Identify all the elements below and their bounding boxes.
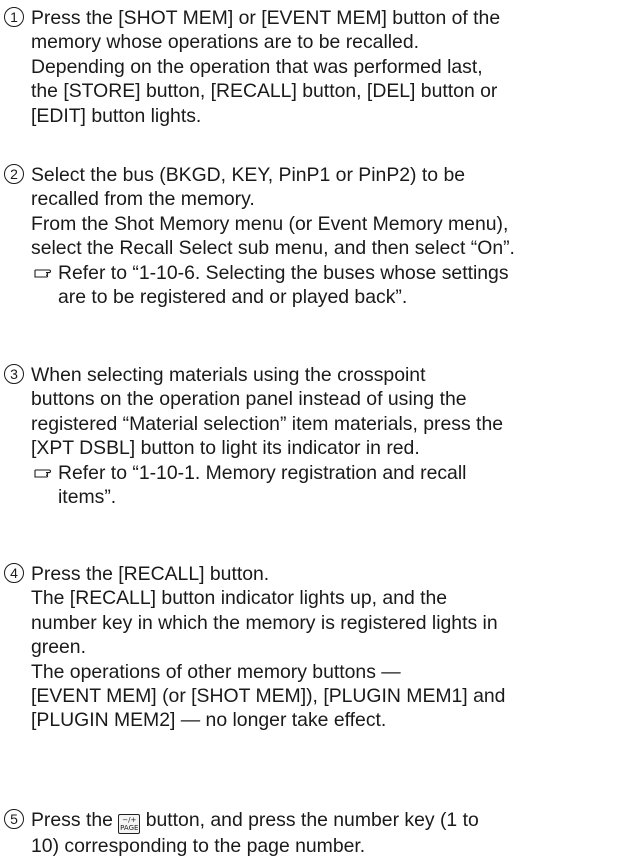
- step-2: 2 Select the bus (BKGD, KEY, PinP1 or Pi…: [4, 163, 634, 309]
- text-line: From the Shot Memory menu (or Event Memo…: [31, 212, 509, 235]
- text-line: Depending on the operation that was perf…: [31, 55, 483, 78]
- reference-line: Refer to “1-10-1. Memory registration an…: [58, 461, 467, 484]
- text-line: When selecting materials using the cross…: [31, 364, 426, 386]
- cross-reference: Refer to “1-10-6. Selecting the buses wh…: [34, 261, 634, 310]
- text-line: registered “Material selection” item mat…: [31, 412, 504, 435]
- step-5-text: Press the −/+ PAGE button, and press the…: [31, 808, 634, 858]
- step-2-text: Select the bus (BKGD, KEY, PinP1 or PinP…: [31, 163, 634, 309]
- reference-line: Refer to “1-10-6. Selecting the buses wh…: [58, 261, 509, 284]
- pointing-hand-icon: [34, 269, 52, 278]
- text-line: Press the [RECALL] button.: [31, 563, 270, 585]
- text-line: Press the −/+ PAGE button, and press the…: [31, 808, 634, 834]
- step-5: 5 Press the −/+ PAGE button, and press t…: [4, 808, 634, 858]
- step-number-2: 2: [4, 164, 24, 184]
- text-line: The operations of other memory buttons —: [31, 660, 401, 683]
- text-line: number key in which the memory is regist…: [31, 611, 498, 634]
- text-line: The [RECALL] button indicator lights up,…: [31, 587, 448, 610]
- step-number-5: 5: [4, 809, 24, 829]
- text-line: the [STORE] button, [RECALL] button, [DE…: [31, 80, 498, 103]
- text-line: [XPT DSBL] button to light its indicator…: [31, 437, 420, 460]
- step-number-3: 3: [4, 364, 24, 384]
- step-4-text: Press the [RECALL] button. The [RECALL] …: [31, 562, 634, 733]
- step-4: 4 Press the [RECALL] button. The [RECALL…: [4, 562, 634, 733]
- page-key-bottom: PAGE: [120, 824, 139, 832]
- step-3: 3 When selecting materials using the cro…: [4, 363, 634, 509]
- manual-page: 1 Press the [SHOT MEM] or [EVENT MEM] bu…: [0, 0, 637, 857]
- text-line: Press the [SHOT MEM] or [EVENT MEM] butt…: [31, 7, 501, 29]
- text-line: [PLUGIN MEM2] — no longer take effect.: [31, 709, 387, 732]
- text-line: [EVENT MEM] (or [SHOT MEM]), [PLUGIN MEM…: [31, 685, 506, 708]
- step-1-text: Press the [SHOT MEM] or [EVENT MEM] butt…: [31, 6, 634, 128]
- step-3-text: When selecting materials using the cross…: [31, 363, 634, 509]
- text-line: 10) corresponding to the page number.: [31, 835, 366, 857]
- text-line: Select the bus (BKGD, KEY, PinP1 or PinP…: [31, 164, 466, 186]
- text-line: green.: [31, 636, 86, 659]
- step-number-1: 1: [4, 7, 24, 27]
- reference-line: are to be registered and or played back”…: [58, 286, 408, 309]
- text-line: memory whose operations are to be recall…: [31, 31, 420, 54]
- step-number-4: 4: [4, 563, 24, 583]
- text-line: recalled from the memory.: [31, 188, 255, 211]
- text-line: buttons on the operation panel instead o…: [31, 388, 467, 411]
- page-key-top: −/+: [122, 816, 137, 824]
- text-line: select the Recall Select sub menu, and t…: [31, 237, 515, 260]
- step-1: 1 Press the [SHOT MEM] or [EVENT MEM] bu…: [4, 6, 634, 128]
- page-key-icon: −/+ PAGE: [118, 814, 141, 834]
- text-fragment: button, and press the number key (1 to: [145, 809, 479, 831]
- text-line: [EDIT] button lights.: [31, 104, 202, 127]
- cross-reference: Refer to “1-10-1. Memory registration an…: [34, 461, 634, 510]
- reference-line: items”.: [58, 486, 117, 509]
- pointing-hand-icon: [34, 469, 52, 478]
- text-fragment: Press the: [31, 809, 113, 831]
